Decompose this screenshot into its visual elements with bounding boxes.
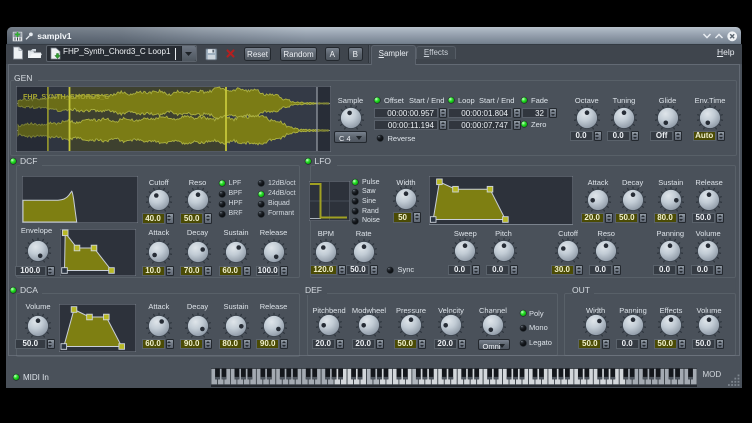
svg-text:FHP_SYNTH_CHORD3_C: FHP_SYNTH_CHORD3_C: [23, 92, 109, 101]
